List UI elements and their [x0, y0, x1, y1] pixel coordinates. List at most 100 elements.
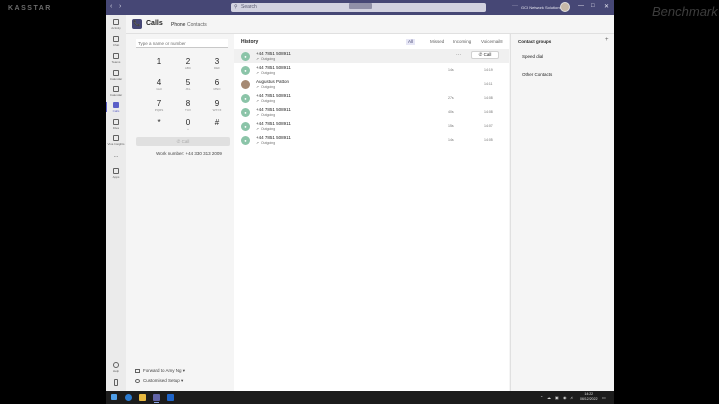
history-row[interactable]: ● +44 7851 508911 ↗ Outgoing 14s 14:19	[234, 63, 509, 77]
tab-phone[interactable]: Phone	[171, 22, 186, 35]
contact-groups-title: Contact groups	[518, 39, 552, 44]
cloud-icon[interactable]: ☁	[547, 395, 551, 400]
minimize-button[interactable]: —	[578, 3, 584, 9]
history-row[interactable]: ● +44 7851 508911 ↗ Outgoing 40s 14:08	[234, 105, 509, 119]
history-row[interactable]: ● +44 7851 508911 ↗ Outgoing ··· ✆ Call	[234, 49, 509, 63]
filter-all[interactable]: All	[406, 39, 416, 45]
tab-contacts[interactable]: Contacts	[187, 22, 207, 28]
forward-icon	[135, 368, 140, 373]
chevron-down-icon: ▾	[181, 378, 184, 383]
start-icon[interactable]	[111, 394, 117, 400]
tray-chevron-icon[interactable]: ⌃	[540, 395, 543, 400]
file-explorer-icon[interactable]	[139, 394, 146, 401]
dial-key-0[interactable]: 0 +	[176, 118, 200, 131]
dial-key-9[interactable]: 9 WXYZ	[205, 99, 229, 112]
forward-button[interactable]: ›	[119, 3, 121, 10]
rail-item-calendar-2[interactable]: Calendar	[106, 86, 126, 97]
back-button[interactable]: ‹	[110, 3, 112, 10]
history-title: History	[241, 39, 259, 45]
dial-call-button[interactable]: ✆ Call	[136, 137, 230, 146]
calls-header: 📞 Calls Phone Contacts	[126, 15, 614, 35]
outgoing-arrow-icon: ↗	[256, 141, 259, 145]
rail-item-device[interactable]	[106, 379, 126, 386]
dial-key-star[interactable]: *	[147, 118, 171, 127]
help-icon	[113, 362, 119, 368]
apps-icon	[113, 168, 119, 174]
rail-item-calendar[interactable]: Calendar	[106, 70, 126, 81]
history-row[interactable]: ● +44 7851 508911 ↗ Outgoing 15s 14:07	[234, 119, 509, 133]
teams-icon	[113, 53, 119, 59]
dial-key-6[interactable]: 6 MNO	[205, 78, 229, 91]
calendar-icon	[113, 70, 119, 76]
rail-item-teams[interactable]: Teams	[106, 53, 126, 64]
volume-icon[interactable]: ♬	[570, 395, 574, 400]
history-row[interactable]: ● +44 7851 508911 ↗ Outgoing 14s 14:05	[234, 133, 509, 147]
search-placeholder: Search	[241, 4, 257, 10]
outgoing-arrow-icon: ↗	[256, 85, 259, 89]
taskbar-clock[interactable]: 14:22 06/12/2022	[580, 392, 598, 402]
avatar	[241, 80, 250, 89]
history-panel: History All Missed Incoming Voicemail ≡ …	[234, 34, 509, 391]
rail-item-activity[interactable]: Activity	[106, 19, 126, 30]
outgoing-arrow-icon: ↗	[256, 57, 259, 61]
watermark-right: Benchmark	[652, 4, 718, 19]
outgoing-arrow-icon: ↗	[256, 127, 259, 131]
dial-key-1[interactable]: 1	[147, 57, 171, 66]
teams-taskbar-icon[interactable]	[153, 394, 160, 403]
outgoing-arrow-icon: ↗	[256, 71, 259, 75]
history-row[interactable]: ● +44 7851 508911 ↗ Outgoing 27s 14:08	[234, 91, 509, 105]
dial-key-7[interactable]: 7 PQRS	[147, 99, 171, 112]
rail-item-viva-insights[interactable]: Viva Insights	[106, 135, 126, 146]
dial-key-2[interactable]: 2 ABC	[176, 57, 200, 70]
monitor-icon[interactable]: ▣	[555, 395, 559, 400]
more-icon: ...	[113, 153, 119, 159]
more-options-button[interactable]: ···	[512, 3, 518, 9]
wifi-icon[interactable]: ◉	[563, 395, 567, 400]
rail-item-help[interactable]: Help	[106, 362, 126, 373]
rail-item-files[interactable]: Files	[106, 119, 126, 130]
rail-item-chat[interactable]: Chat	[106, 36, 126, 47]
forward-setting[interactable]: Forward to Amy Ng ▾	[135, 368, 185, 374]
dial-key-4[interactable]: 4 GHI	[147, 78, 171, 91]
filter-missed[interactable]: Missed	[428, 39, 446, 45]
teams-window: ‹ › ⚲ Search ··· GCI Network Solutions —…	[106, 0, 614, 391]
profile-avatar[interactable]	[560, 2, 570, 12]
avatar: ●	[241, 66, 250, 75]
dialpad-panel: Type a name or number 1 2 ABC 3 DEF 4 GHI 5…	[126, 34, 232, 391]
edge-icon[interactable]	[125, 394, 132, 401]
chat-icon	[113, 36, 119, 42]
filter-incoming[interactable]: Incoming	[451, 39, 473, 45]
avatar: ●	[241, 94, 250, 103]
row-call-button[interactable]: ✆ Call	[471, 51, 499, 59]
rail-item-calls[interactable]: Calls	[106, 102, 126, 113]
calls-app-icon: 📞	[132, 19, 142, 29]
dial-key-3[interactable]: 3 DEF	[205, 57, 229, 70]
filter-icon[interactable]: ≡	[500, 39, 503, 45]
dial-key-hash[interactable]: #	[205, 118, 229, 127]
group-other-contacts[interactable]: Other Contacts	[522, 72, 552, 77]
settings-icon	[135, 378, 140, 383]
contact-groups-panel: Contact groups + Speed dial Other Contac…	[510, 34, 614, 391]
dial-input[interactable]: Type a name or number	[136, 39, 228, 48]
group-speed-dial[interactable]: Speed dial	[522, 54, 543, 59]
setup-setting[interactable]: Customised Setup ▾	[135, 378, 183, 384]
search-chip	[349, 3, 372, 9]
rail-item-apps[interactable]: Apps	[106, 168, 126, 179]
history-row[interactable]: Augustus Patton ↗ Outgoing 14:11	[234, 77, 509, 91]
dial-key-5[interactable]: 5 JKL	[176, 78, 200, 91]
row-more-button[interactable]: ···	[456, 52, 461, 58]
org-name[interactable]: GCI Network Solutions	[521, 5, 561, 10]
dial-key-8[interactable]: 8 TUV	[176, 99, 200, 112]
chevron-down-icon: ▾	[182, 368, 186, 373]
maximize-button[interactable]: □	[591, 3, 595, 9]
add-group-button[interactable]: +	[605, 37, 609, 43]
bell-icon	[113, 19, 119, 25]
page-title: Calls	[146, 20, 163, 27]
rail-item-more[interactable]: ...	[106, 152, 126, 159]
filter-voicemail[interactable]: Voicemail	[479, 39, 502, 45]
notification-icon[interactable]: ▭	[602, 395, 606, 400]
avatar: ●	[241, 108, 250, 117]
left-rail: Activity Chat Teams Calendar Calendar Ca…	[106, 15, 126, 391]
outlook-icon[interactable]	[167, 394, 174, 401]
close-button[interactable]: ✕	[604, 3, 609, 10]
